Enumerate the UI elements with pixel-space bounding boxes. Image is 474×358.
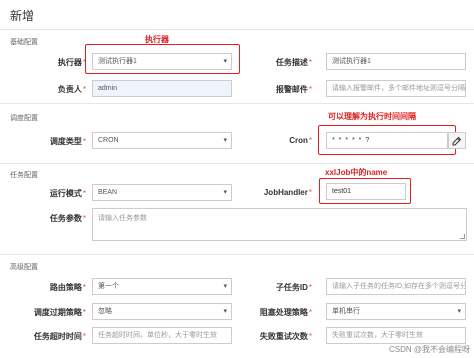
desc-label: 任务描述* (275, 58, 312, 67)
run-mode-select[interactable]: BEAN ▾ (92, 184, 232, 201)
block-strategy-select[interactable]: 单机串行 ▾ (326, 303, 466, 320)
cron-edit-button[interactable] (448, 132, 466, 149)
task-param-label: 任务参数* (49, 214, 86, 223)
child-id-input[interactable]: 请输入子任务的任务ID,如存在多个则逗号分隔 (326, 278, 466, 295)
divider (0, 163, 474, 164)
dialog-title: 新增 (10, 9, 35, 23)
route-label: 路由策略* (49, 283, 86, 292)
owner-input[interactable]: admin (92, 80, 232, 97)
chevron-down-icon: ▾ (223, 283, 227, 290)
route-select[interactable]: 第一个 ▾ (92, 278, 232, 295)
job-handler-input[interactable]: test01 (326, 183, 406, 200)
section-task: 任务配置 (10, 172, 38, 179)
chevron-down-icon: ▾ (223, 58, 227, 65)
annotation-handler: xxlJob中的name (325, 168, 388, 177)
retry-input[interactable]: 失败重试次数，大于零时生效 (326, 327, 466, 344)
chevron-down-icon: ▾ (457, 308, 461, 315)
edit-icon (452, 136, 462, 146)
section-basic: 基础配置 (10, 39, 38, 46)
resize-handle[interactable] (460, 234, 465, 239)
section-advanced: 高级配置 (10, 264, 38, 271)
child-id-label: 子任务ID* (275, 283, 312, 292)
task-param-textarea[interactable]: 请输入任务参数 (92, 208, 467, 241)
schedule-type-label: 调度类型* (49, 137, 86, 146)
alarm-email-label: 报警邮件* (275, 85, 312, 94)
timeout-label: 任务超时时间* (33, 332, 86, 341)
block-strategy-label: 阻塞处理策略* (259, 308, 312, 317)
misfire-select[interactable]: 忽略 ▾ (92, 303, 232, 320)
alarm-email-input[interactable]: 请输入报警邮件，多个邮件地址则逗号分隔 (326, 80, 466, 97)
annotation-cron: 可以理解为执行时间间隔 (328, 112, 416, 121)
cron-input[interactable]: * * * * * ? (326, 132, 448, 149)
divider (0, 254, 474, 255)
dialog-header (0, 0, 474, 30)
executor-select[interactable]: 测试执行器1 ▾ (92, 53, 232, 70)
run-mode-label: 运行模式* (49, 189, 86, 198)
chevron-down-icon: ▾ (223, 308, 227, 315)
owner-label: 负责人* (57, 85, 86, 94)
desc-input[interactable]: 测试执行器1 (326, 53, 466, 70)
divider (0, 103, 474, 104)
watermark: CSDN @我不会编程呀 (388, 345, 470, 354)
chevron-down-icon: ▾ (223, 189, 227, 196)
cron-label: Cron* (289, 136, 312, 145)
schedule-type-select[interactable]: CRON ▾ (92, 132, 232, 149)
timeout-input[interactable]: 任务超时时间，单位秒，大于零时生效 (92, 327, 232, 344)
job-handler-label: JobHandler* (263, 188, 312, 197)
misfire-label: 调度过期策略* (33, 308, 86, 317)
retry-label: 失败重试次数* (259, 332, 312, 341)
chevron-down-icon: ▾ (223, 137, 227, 144)
executor-label: 执行器* (57, 58, 86, 67)
section-schedule: 调度配置 (10, 115, 38, 122)
